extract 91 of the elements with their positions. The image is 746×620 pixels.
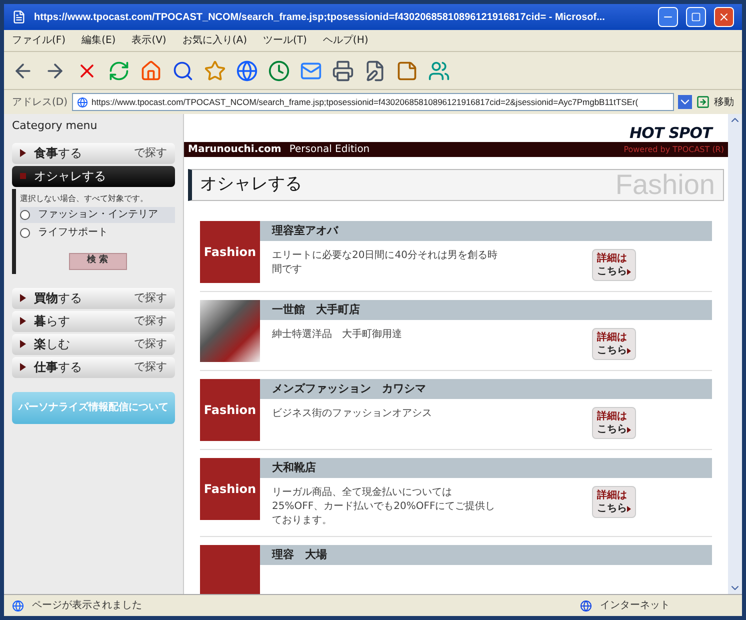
search-by-label: で探す [134,358,167,375]
square-bullet-icon [20,173,26,179]
scrollbar[interactable] [728,114,742,594]
edition-label: Personal Edition [289,143,371,157]
globe-icon [580,600,592,612]
radio-option[interactable]: ファッション・インテリア [20,206,175,222]
triangle-icon [627,268,631,274]
shop-name[interactable]: 理容 大場 [272,546,327,564]
site-name: Marunouchi.com [188,143,282,157]
note-icon[interactable] [396,60,418,82]
refresh-icon[interactable] [108,60,130,82]
status-text: ページが表示されました [32,598,143,613]
category-label[interactable]: 食事する [34,144,126,162]
zone-label: インターネット [600,599,670,613]
shop-description: ビジネス街のファッションオアシス [272,407,433,421]
triangle-bullet-icon [20,317,26,325]
shop-description: リーガル商品、全て現金払いについては25%OFF、カード払いでも20%OFFにてご提供しております。 [272,486,496,528]
shop-name[interactable]: 理容室アオバ [272,222,338,240]
photo-placeholder [200,300,260,362]
details-button[interactable]: 詳細は こちら [592,486,636,518]
menu-item[interactable]: 編集(E) [82,33,116,48]
category-item[interactable]: 仕事する で探す [12,356,175,378]
category-label[interactable]: 買物する [34,289,126,307]
details-button[interactable]: 詳細は こちら [592,328,636,360]
sidebar-title: Category menu [12,118,98,134]
banner-label: Fashion [204,481,256,498]
url-text: https://www.tpocast.com/TPOCAST_NCOM/search_frame.jsp;tposessionid=f43020685810896121916817cid=2&jsessionid=Ayc7PmgbB11tTSEr( [92,96,638,108]
radio-button[interactable] [20,228,30,238]
category-item[interactable]: オシャレする [12,166,175,186]
menu-item[interactable]: ヘルプ(H) [322,33,368,48]
menu-item[interactable]: ツール(T) [263,33,307,48]
category-item[interactable]: 楽しむ で探す [12,334,175,354]
category-label[interactable]: 仕事する [34,358,126,376]
filter-note: 選択しない場合、すべて対象です。 [20,192,149,204]
printer-icon[interactable] [332,60,354,82]
category-item[interactable]: 買物する で探す [12,288,175,308]
powered-by: Powered by TPOCAST (R) [624,144,724,156]
shop-description: エリートに必要な20日間に40分それは男を創る時間です [272,249,498,277]
banner-label: Fashion [204,244,256,261]
triangle-bullet-icon [20,340,26,348]
globe-icon[interactable] [236,60,258,82]
search-by-label: で探す [134,290,167,306]
shop-description: 紳士特選洋品 大手町御用達 [272,328,403,342]
maximize-button[interactable] [686,7,706,27]
page-title: オシャレする [200,173,303,196]
banner-label: Fashion [204,402,256,419]
hot-spot-logo: HOT SPOT [629,123,712,142]
close-icon [718,11,730,23]
home-icon[interactable] [140,60,162,82]
search-by-label: で探す [134,336,167,352]
star-icon[interactable] [204,60,226,82]
triangle-bullet-icon [20,363,26,371]
shop-name[interactable]: 一世館 大手町店 [272,302,360,318]
close-button[interactable] [714,7,734,27]
edit-icon[interactable] [364,60,386,82]
triangle-icon [627,348,631,354]
menu-item[interactable]: ファイル(F) [12,33,66,48]
minimize-button[interactable] [658,7,678,27]
clock-icon[interactable] [268,60,290,82]
category-item[interactable]: 暮らす で探す [12,310,175,332]
details-button[interactable]: 詳細は こちら [592,249,636,281]
address-field[interactable]: https://www.tpocast.com/TPOCAST_NCOM/search_frame.jsp;tposessionid=f43020685810896121916817cid=2&jsessionid=Ayc7PmgbB11tTSEr( [72,93,674,111]
search-button[interactable]: 検 索 [68,252,126,270]
address-label: アドレス(D) [12,96,68,110]
people-icon[interactable] [428,60,450,82]
search-by-label: で探す [134,144,167,161]
triangle-bullet-icon [20,149,26,157]
radio-option[interactable]: ライフサポート [20,224,175,240]
radio-button[interactable] [20,210,30,220]
shop-name[interactable]: 大和靴店 [272,460,316,476]
triangle-bullet-icon [20,294,26,302]
go-button[interactable]: 移動 [696,94,734,110]
search-icon[interactable] [172,60,194,82]
details-button[interactable]: 詳細は こちら [592,407,636,439]
menu-item[interactable]: お気に入り(A) [182,33,247,48]
page-icon [76,96,88,108]
maximize-icon [691,12,701,22]
triangle-icon [627,506,631,512]
category-item[interactable]: 食事する で探す [12,142,175,164]
page-icon [12,600,24,612]
page-icon [12,10,26,24]
fashion-banner [200,545,260,594]
window-title: https://www.tpocast.com/TPOCAST_NCOM/search_frame.jsp;tposessionid=f43020685810896121916817cid= - Microsof... [34,10,606,24]
category-label[interactable]: 楽しむ [34,335,126,353]
search-by-label: で探す [134,312,167,329]
shop-name[interactable]: メンズファッション カワシマ [272,380,426,398]
category-label[interactable]: オシャレする [34,167,167,185]
menu-item[interactable]: 表示(V) [132,33,166,48]
category-label[interactable]: 暮らす [34,312,126,330]
triangle-icon [627,426,631,432]
dropdown-icon[interactable] [678,95,692,109]
